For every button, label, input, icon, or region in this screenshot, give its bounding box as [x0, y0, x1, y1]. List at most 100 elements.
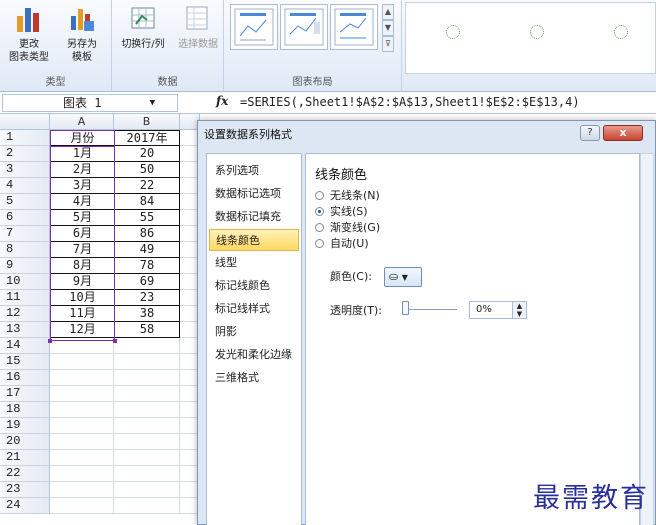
nav-item[interactable]: 发光和柔化边缘 [209, 344, 299, 366]
row-header[interactable]: 18 [0, 402, 50, 418]
row-header[interactable]: 16 [0, 370, 50, 386]
empty-cell[interactable] [114, 450, 180, 466]
nav-item[interactable]: 线型 [209, 252, 299, 274]
chart-styles-gallery[interactable] [405, 2, 656, 74]
empty-cell[interactable] [114, 434, 180, 450]
select-all-corner[interactable] [0, 114, 50, 130]
switch-row-column-button[interactable]: 切换行/列 [114, 4, 172, 51]
option-solid-line[interactable]: 实线(S) [315, 204, 368, 220]
empty-cell[interactable] [114, 466, 180, 482]
empty-cell[interactable] [114, 402, 180, 418]
header-cell-year[interactable]: 2017年 [114, 130, 180, 146]
nav-item[interactable]: 三维格式 [209, 367, 299, 389]
value-cell[interactable]: 38 [114, 306, 180, 322]
value-cell[interactable]: 20 [114, 146, 180, 162]
row-header[interactable]: 15 [0, 354, 50, 370]
chart-style-thumb-1[interactable] [446, 25, 460, 39]
value-cell[interactable]: 78 [114, 258, 180, 274]
empty-cell[interactable] [114, 370, 180, 386]
value-cell[interactable]: 84 [114, 194, 180, 210]
nav-item[interactable]: 数据标记填充 [209, 206, 299, 228]
empty-cell[interactable] [50, 402, 114, 418]
option-no-line[interactable]: 无线条(N) [315, 188, 380, 204]
radio-icon[interactable] [315, 239, 324, 248]
row-header[interactable]: 14 [0, 338, 50, 354]
value-cell[interactable]: 86 [114, 226, 180, 242]
empty-cell[interactable] [114, 386, 180, 402]
empty-cell[interactable] [50, 434, 114, 450]
chart-style-thumb-2[interactable] [530, 25, 544, 39]
layout-option-2[interactable] [280, 4, 328, 50]
empty-cell[interactable] [50, 450, 114, 466]
empty-cell[interactable] [114, 418, 180, 434]
value-cell[interactable]: 50 [114, 162, 180, 178]
nav-item[interactable]: 系列选项 [209, 160, 299, 182]
row-header[interactable]: 2 [0, 146, 50, 162]
formula-input[interactable]: =SERIES(,Sheet1!$A$2:$A$13,Sheet1!$E$2:$… [240, 95, 580, 109]
transparency-spinner[interactable]: 0% ▲ ▼ [469, 301, 527, 319]
nav-item[interactable]: 线条颜色 [209, 229, 299, 251]
change-chart-type-button[interactable]: 更改 图表类型 [2, 4, 56, 64]
row-header[interactable]: 1 [0, 130, 50, 146]
radio-icon[interactable] [315, 223, 324, 232]
empty-cell[interactable] [50, 482, 114, 498]
select-data-button[interactable]: 选择数据 [172, 4, 224, 51]
range-resize-handle[interactable] [113, 339, 117, 343]
row-header[interactable]: 6 [0, 210, 50, 226]
radio-selected-icon[interactable] [315, 207, 324, 216]
help-button[interactable]: ? [580, 125, 600, 141]
row-header[interactable]: 7 [0, 226, 50, 242]
row-header[interactable]: 19 [0, 418, 50, 434]
radio-icon[interactable] [315, 191, 324, 200]
value-cell[interactable]: 22 [114, 178, 180, 194]
gallery-scroll-down[interactable]: ▼ [382, 20, 394, 36]
transparency-slider-handle[interactable] [402, 301, 409, 315]
nav-item[interactable]: 数据标记选项 [209, 183, 299, 205]
row-header[interactable]: 10 [0, 274, 50, 290]
column-header-b[interactable]: B [114, 114, 180, 130]
empty-cell[interactable] [50, 354, 114, 370]
row-header[interactable]: 13 [0, 322, 50, 338]
chevron-down-icon[interactable]: ▼ [150, 95, 155, 111]
nav-item[interactable]: 标记线颜色 [209, 275, 299, 297]
value-cell[interactable]: 23 [114, 290, 180, 306]
option-gradient-line[interactable]: 渐变线(G) [315, 220, 380, 236]
value-cell[interactable]: 69 [114, 274, 180, 290]
row-header[interactable]: 5 [0, 194, 50, 210]
empty-cell[interactable] [50, 418, 114, 434]
transparency-slider-track[interactable] [405, 309, 457, 310]
color-picker-button[interactable]: ⛀ ▼ [384, 267, 422, 287]
empty-cell[interactable] [50, 370, 114, 386]
empty-cell[interactable] [114, 338, 180, 354]
transparency-value[interactable]: 0% [476, 304, 492, 315]
empty-cell[interactable] [50, 386, 114, 402]
close-button[interactable]: x [603, 125, 643, 141]
layout-option-3[interactable] [330, 4, 378, 50]
empty-cell[interactable] [50, 498, 114, 514]
save-as-template-button[interactable]: 另存为 模板 [56, 4, 108, 64]
row-header[interactable]: 21 [0, 450, 50, 466]
row-header[interactable]: 23 [0, 482, 50, 498]
value-cell[interactable]: 49 [114, 242, 180, 258]
gallery-scroll-up[interactable]: ▲ [382, 4, 394, 20]
row-header[interactable]: 3 [0, 162, 50, 178]
row-header[interactable]: 8 [0, 242, 50, 258]
row-header[interactable]: 4 [0, 178, 50, 194]
range-resize-handle[interactable] [48, 339, 52, 343]
value-cell[interactable]: 55 [114, 210, 180, 226]
empty-cell[interactable] [114, 354, 180, 370]
empty-cell[interactable] [114, 498, 180, 514]
empty-cell[interactable] [114, 482, 180, 498]
spinner-arrows[interactable]: ▲ ▼ [512, 302, 526, 318]
chart-style-thumb-3[interactable] [614, 25, 628, 39]
gallery-more-button[interactable]: ⊽ [382, 36, 394, 52]
row-header[interactable]: 17 [0, 386, 50, 402]
row-header[interactable]: 20 [0, 434, 50, 450]
row-header[interactable]: 11 [0, 290, 50, 306]
row-header[interactable]: 12 [0, 306, 50, 322]
column-header-a[interactable]: A [50, 114, 114, 130]
dialog-scrollbar[interactable] [640, 153, 654, 525]
layout-option-1[interactable] [230, 4, 278, 50]
row-header[interactable]: 22 [0, 466, 50, 482]
row-header[interactable]: 9 [0, 258, 50, 274]
